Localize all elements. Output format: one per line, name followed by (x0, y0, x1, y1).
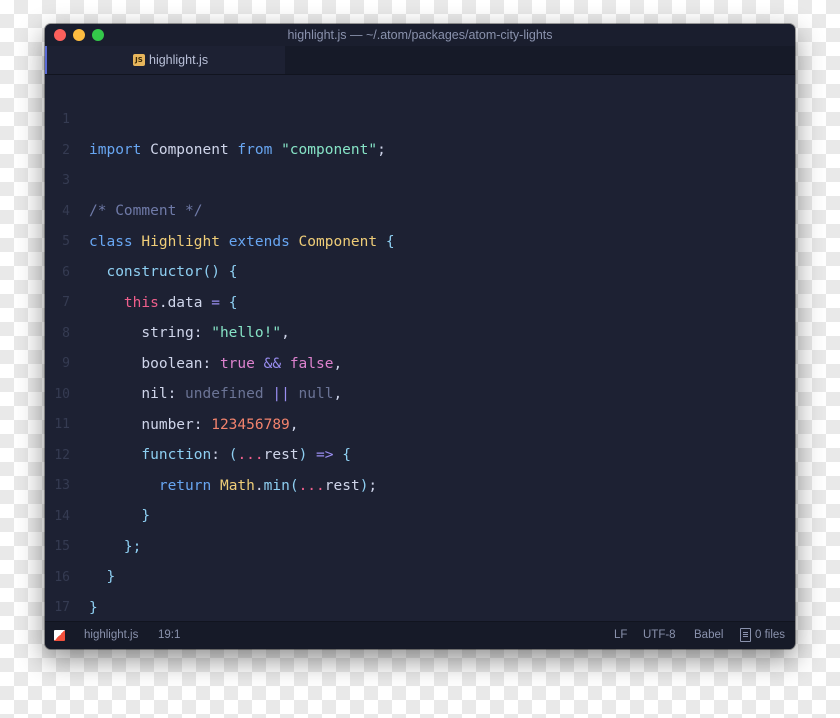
code-line: 15 } (45, 502, 795, 585)
status-bar: highlight.js 19:1 LF UTF-8 Babel 0 files (45, 621, 795, 649)
title-bar: highlight.js — ~/.atom/packages/atom-cit… (45, 24, 795, 47)
editor-window: highlight.js — ~/.atom/packages/atom-cit… (45, 24, 795, 649)
code-line: 16 } (45, 533, 795, 616)
status-encoding[interactable]: UTF-8 (643, 629, 676, 641)
code-line: 1 import Component from "component"; (45, 75, 795, 158)
code-line: 7 string: "hello!", (45, 258, 795, 341)
git-status-icon[interactable] (54, 630, 65, 641)
code-line: 2 (45, 106, 795, 158)
code-line: 13 } (45, 441, 795, 524)
code-line: 4 class Highlight extends Component { (45, 167, 795, 250)
code-line: 9 nil: undefined || null, (45, 319, 795, 402)
code-line: 8 boolean: true && false, (45, 289, 795, 372)
code-line: 10 number: 123456789, (45, 350, 795, 433)
code-line: 12 return Math.min(...rest); (45, 411, 795, 494)
status-line-ending[interactable]: LF (614, 629, 627, 641)
code-line: 3 /* Comment */ (45, 136, 795, 219)
status-cursor-position[interactable]: 19:1 (158, 629, 180, 641)
code-line: 5 constructor() { (45, 197, 795, 280)
js-file-icon: JS (133, 54, 145, 66)
status-grammar[interactable]: Babel (694, 629, 723, 641)
clipboard-icon (740, 628, 751, 642)
window-title: highlight.js — ~/.atom/packages/atom-cit… (287, 28, 553, 42)
code-line: 18 export default Highlight; (45, 594, 795, 646)
code-line: 17 (45, 563, 795, 615)
code-line: 14 }; (45, 472, 795, 555)
tab-bar: JS highlight.js (45, 46, 795, 75)
code-editor[interactable]: 1 import Component from "component"; 2 3… (45, 75, 795, 646)
tab-label: highlight.js (149, 53, 209, 67)
status-files-count[interactable]: 0 files (755, 629, 785, 641)
status-file-name[interactable]: highlight.js (84, 629, 138, 641)
code-line: 6 this.data = { (45, 228, 795, 311)
code-line: 11 function: (...rest) => { (45, 380, 795, 463)
tab-highlight-js[interactable]: JS highlight.js (45, 46, 285, 74)
